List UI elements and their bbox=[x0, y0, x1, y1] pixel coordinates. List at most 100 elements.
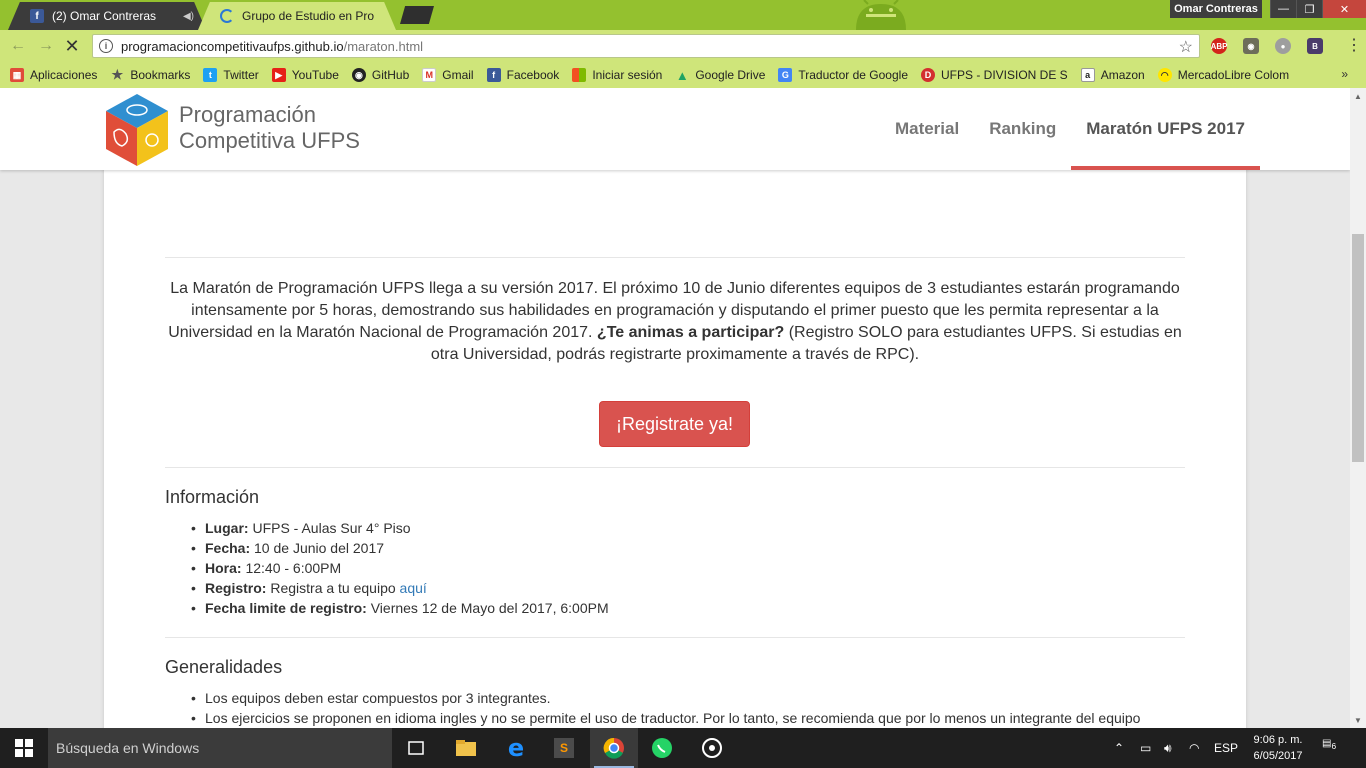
action-center-icon[interactable]: ▤6 bbox=[1322, 738, 1342, 756]
edge-browser-icon[interactable]: e bbox=[492, 728, 540, 768]
drive-icon: ▲ bbox=[675, 67, 689, 83]
groove-music-icon[interactable] bbox=[688, 728, 736, 768]
site-header: Programación Competitiva UFPS Material R… bbox=[0, 88, 1350, 170]
taskbar-search-box[interactable]: Búsqueda en Windows bbox=[48, 728, 392, 768]
more-bookmarks-icon[interactable]: » bbox=[1341, 67, 1348, 81]
wifi-icon[interactable]: ◠ bbox=[1189, 728, 1199, 768]
info-item-hora: Hora: 12:40 - 6:00PM bbox=[165, 558, 609, 578]
bookmark-gmail[interactable]: M Gmail bbox=[422, 68, 474, 82]
file-explorer-icon[interactable] bbox=[442, 728, 490, 768]
ufps-cube-logo[interactable] bbox=[104, 92, 170, 168]
bookmark-traductor[interactable]: G Traductor de Google bbox=[778, 68, 908, 82]
star-icon: ★ bbox=[111, 67, 124, 82]
browser-tab-facebook[interactable]: f (2) Omar Contreras ◀) bbox=[8, 2, 206, 30]
info-item-registro: Registro: Registra a tu equipo aquí bbox=[165, 578, 609, 598]
bookmark-github[interactable]: ◉ GitHub bbox=[351, 68, 409, 82]
nav-maraton[interactable]: Maratón UFPS 2017 bbox=[1071, 88, 1260, 170]
bookmark-amazon[interactable]: a Amazon bbox=[1080, 68, 1145, 82]
forward-button[interactable]: → bbox=[36, 36, 56, 56]
nav-material[interactable]: Material bbox=[880, 88, 974, 170]
scroll-down-arrow[interactable]: ▼ bbox=[1350, 712, 1366, 728]
page-scrollbar[interactable]: ▲ ▼ bbox=[1350, 88, 1366, 728]
taskbar-clock[interactable]: 9:06 p. m. 6/05/2017 bbox=[1246, 732, 1310, 764]
bookmark-youtube[interactable]: ▶ YouTube bbox=[271, 68, 339, 82]
bookmark-iniciar-sesion[interactable]: Iniciar sesión bbox=[572, 68, 662, 82]
whatsapp-icon[interactable] bbox=[638, 728, 686, 768]
nav-ranking[interactable]: Ranking bbox=[974, 88, 1071, 170]
info-item-fecha: Fecha: 10 de Junio del 2017 bbox=[165, 538, 609, 558]
extension-icon[interactable]: ● bbox=[1275, 38, 1291, 54]
close-window-button[interactable]: ✕ bbox=[1322, 0, 1366, 18]
clock-time: 9:06 p. m. bbox=[1253, 734, 1303, 746]
intro-paragraph: La Maratón de Programación UFPS llega a … bbox=[168, 280, 1182, 363]
scrollbar-thumb[interactable] bbox=[1352, 234, 1364, 462]
back-button[interactable]: ← bbox=[8, 36, 28, 56]
mercadolibre-icon: ◠ bbox=[1157, 68, 1172, 82]
browser-toolbar: ← → ✕ i programacioncompetitivaufps.gith… bbox=[0, 30, 1366, 62]
browser-tab-strip: f (2) Omar Contreras ◀) Grupo de Estudio… bbox=[0, 0, 1366, 30]
twitter-icon: t bbox=[203, 68, 218, 82]
extension-icon[interactable]: ◉ bbox=[1243, 38, 1259, 54]
info-item-lugar: Lugar: UFPS - Aulas Sur 4° Piso bbox=[165, 518, 609, 538]
language-indicator[interactable]: ESP bbox=[1214, 728, 1238, 768]
ufps-icon: D bbox=[921, 68, 935, 82]
info-item-fecha-limite: Fecha limite de registro: Viernes 12 de … bbox=[165, 598, 609, 618]
chrome-profile-button[interactable]: Omar Contreras bbox=[1170, 0, 1262, 18]
bookmark-ufps[interactable]: D UFPS - DIVISION DE S bbox=[921, 68, 1068, 82]
chrome-menu-icon[interactable]: ⋮ bbox=[1346, 38, 1362, 54]
windows-taskbar: Búsqueda en Windows e S ⌃ ▭ 🔊︎ ◠ ESP 9:0… bbox=[0, 728, 1366, 768]
bookmark-aplicaciones[interactable]: ▦ Aplicaciones bbox=[10, 68, 97, 82]
windows-logo-icon bbox=[15, 739, 33, 757]
register-button[interactable]: ¡Registrate ya! bbox=[599, 401, 750, 447]
adblock-plus-icon[interactable]: ABP bbox=[1211, 38, 1227, 54]
site-nav: Material Ranking Maratón UFPS 2017 bbox=[880, 88, 1260, 170]
facebook-icon: f bbox=[486, 68, 501, 82]
clock-date: 6/05/2017 bbox=[1253, 750, 1303, 762]
restore-button[interactable]: ❐ bbox=[1296, 0, 1322, 18]
battery-icon[interactable]: ▭ bbox=[1140, 728, 1151, 768]
bookmark-twitter[interactable]: t Twitter bbox=[203, 68, 259, 82]
sublime-text-icon[interactable]: S bbox=[540, 728, 588, 768]
extension-icon[interactable]: B bbox=[1307, 38, 1323, 54]
facebook-icon: f bbox=[30, 9, 44, 23]
info-list: Lugar: UFPS - Aulas Sur 4° Piso Fecha: 1… bbox=[165, 518, 609, 618]
minimize-button[interactable]: — bbox=[1270, 0, 1296, 18]
show-hidden-icons[interactable]: ⌃ bbox=[1114, 728, 1124, 768]
address-bar[interactable]: i programacioncompetitivaufps.github.io /… bbox=[92, 34, 1200, 58]
tab-title: Grupo de Estudio en Pro bbox=[242, 9, 375, 23]
bookmark-star-icon[interactable]: ☆ bbox=[1179, 37, 1193, 57]
divider bbox=[165, 637, 1185, 638]
stop-loading-button[interactable]: ✕ bbox=[62, 36, 82, 56]
site-info-icon[interactable]: i bbox=[99, 39, 113, 53]
chrome-taskbar-icon[interactable] bbox=[590, 728, 638, 768]
start-button[interactable] bbox=[0, 728, 48, 768]
site-brand[interactable]: Programación Competitiva UFPS bbox=[179, 102, 360, 154]
general-list: Los equipos deben estar compuestos por 3… bbox=[165, 688, 1140, 728]
divider bbox=[165, 467, 1185, 468]
notification-count: 6 bbox=[1331, 741, 1337, 751]
apps-grid-icon: ▦ bbox=[10, 68, 24, 82]
info-heading: Información bbox=[165, 487, 260, 507]
microsoft-icon bbox=[572, 68, 587, 82]
scroll-up-arrow[interactable]: ▲ bbox=[1350, 88, 1366, 104]
intro-question: ¿Te animas a participar? bbox=[596, 324, 785, 341]
bookmark-bookmarks[interactable]: ★ Bookmarks bbox=[110, 67, 191, 82]
amazon-icon: a bbox=[1080, 68, 1095, 82]
content-card: La Maratón de Programación UFPS llega a … bbox=[104, 160, 1246, 728]
list-item: Los equipos deben estar compuestos por 3… bbox=[165, 688, 1140, 708]
bookmark-mercadolibre[interactable]: ◠ MercadoLibre Colom bbox=[1157, 68, 1289, 82]
bookmark-facebook[interactable]: f Facebook bbox=[486, 68, 559, 82]
bookmark-google-drive[interactable]: ▲ Google Drive bbox=[675, 67, 765, 83]
new-tab-button[interactable] bbox=[400, 6, 434, 24]
tab-title: (2) Omar Contreras bbox=[52, 9, 157, 23]
browser-tab-active[interactable]: Grupo de Estudio en Pro bbox=[198, 2, 396, 30]
url-host: programacioncompetitivaufps.github.io bbox=[121, 38, 344, 54]
volume-icon[interactable]: 🔊︎ bbox=[1164, 728, 1172, 768]
page-viewport: Programación Competitiva UFPS Material R… bbox=[0, 88, 1350, 728]
task-view-icon[interactable] bbox=[392, 728, 440, 768]
register-link[interactable]: aquí bbox=[400, 580, 427, 596]
github-icon: ◉ bbox=[351, 68, 366, 82]
url-path: /maraton.html bbox=[343, 38, 424, 54]
translate-icon: G bbox=[778, 68, 793, 82]
mute-icon[interactable]: ◀) bbox=[183, 11, 194, 22]
